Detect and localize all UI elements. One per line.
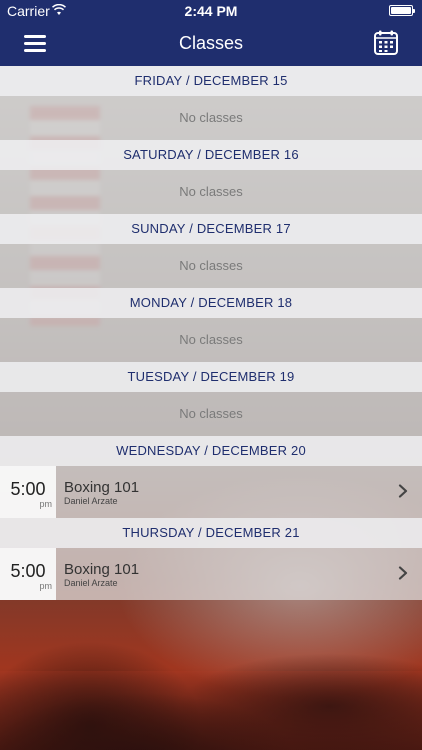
day-header: MONDAY / DECEMBER 18 xyxy=(0,288,422,318)
class-schedule-list: FRIDAY / DECEMBER 15 No classes SATURDAY… xyxy=(0,66,422,600)
no-classes-row: No classes xyxy=(0,244,422,288)
instructor-name: Daniel Arzate xyxy=(64,496,118,506)
class-ampm: pm xyxy=(39,499,52,509)
day-header: THURSDAY / DECEMBER 21 xyxy=(0,518,422,548)
class-name: Boxing 101 xyxy=(64,561,140,578)
chevron-right-icon xyxy=(398,484,408,498)
class-time-box: 5:00 pm xyxy=(0,548,56,600)
class-time: 5:00 xyxy=(10,561,46,581)
navigation-bar: Carrier 2:44 PM Classes xyxy=(0,0,422,66)
class-ampm: pm xyxy=(39,581,52,591)
status-bar: Carrier 2:44 PM xyxy=(0,0,422,22)
chevron-right-icon xyxy=(398,566,408,580)
instructor-name: Daniel Arzate xyxy=(64,578,118,588)
no-classes-row: No classes xyxy=(0,170,422,214)
day-header: TUESDAY / DECEMBER 19 xyxy=(0,362,422,392)
class-row[interactable]: 5:00 pm Boxing 101 Daniel Arzate xyxy=(0,548,422,600)
battery-icon xyxy=(389,5,415,16)
day-header: FRIDAY / DECEMBER 15 xyxy=(0,66,422,96)
day-header: WEDNESDAY / DECEMBER 20 xyxy=(0,436,422,466)
page-title: Classes xyxy=(178,33,244,53)
class-name: Boxing 101 xyxy=(64,479,140,496)
clock: 2:44 PM xyxy=(184,3,238,19)
no-classes-row: No classes xyxy=(0,96,422,140)
class-time-box: 5:00 pm xyxy=(0,466,56,518)
class-time: 5:00 xyxy=(10,479,46,499)
calendar-icon[interactable] xyxy=(374,30,398,55)
no-classes-row: No classes xyxy=(0,392,422,436)
class-row[interactable]: 5:00 pm Boxing 101 Daniel Arzate xyxy=(0,466,422,518)
no-classes-row: No classes xyxy=(0,318,422,362)
day-header: SATURDAY / DECEMBER 16 xyxy=(0,140,422,170)
day-header: SUNDAY / DECEMBER 17 xyxy=(0,214,422,244)
